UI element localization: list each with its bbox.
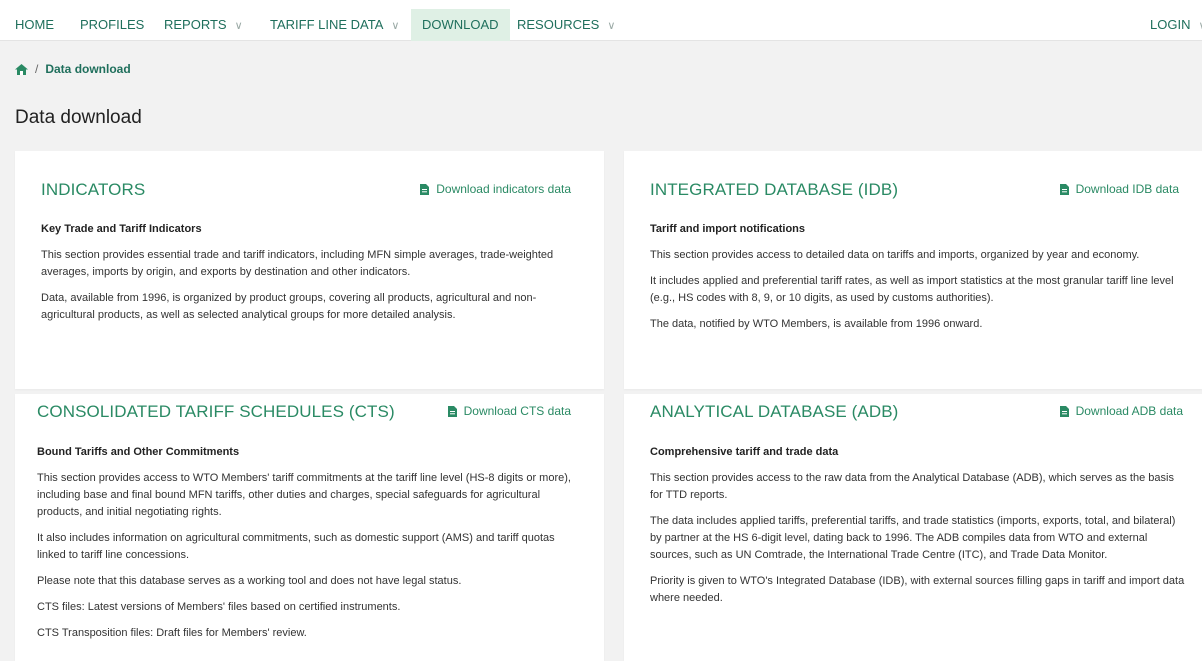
document-icon xyxy=(420,183,430,195)
download-idb-link[interactable]: Download IDB data xyxy=(1059,182,1179,196)
nav-download[interactable]: DOWNLOAD xyxy=(411,9,510,41)
breadcrumb-separator: / xyxy=(35,62,39,76)
adb-subtitle: Comprehensive tariff and trade data xyxy=(650,446,839,458)
nav-login[interactable]: LOGIN ∨ xyxy=(1150,9,1202,41)
adb-body: This section provides access to the raw … xyxy=(650,470,1188,616)
top-navigation: HOME PROFILES REPORTS ∨ TARIFF LINE DATA ∨… xyxy=(0,0,1202,41)
cts-card-title: CONSOLIDATED TARIFF SCHEDULES (CTS) xyxy=(37,402,395,421)
breadcrumb: / Data download xyxy=(15,62,131,76)
document-icon xyxy=(1059,183,1069,195)
idb-paragraph: This section provides access to detailed… xyxy=(650,249,1140,261)
adb-paragraph: This section provides access to the raw … xyxy=(650,472,1174,501)
download-cts-link[interactable]: Download CTS data xyxy=(447,404,571,418)
nav-profiles[interactable]: PROFILES xyxy=(80,9,144,41)
breadcrumb-current: Data download xyxy=(45,62,131,76)
document-icon xyxy=(447,405,457,417)
nav-home[interactable]: HOME xyxy=(15,9,54,41)
download-idb-label: Download IDB data xyxy=(1075,182,1179,196)
chevron-down-icon: ∨ xyxy=(391,20,400,32)
chevron-down-icon: ∨ xyxy=(1198,20,1202,32)
nav-reports[interactable]: REPORTS ∨ xyxy=(164,9,243,41)
download-indicators-label: Download indicators data xyxy=(436,182,571,196)
idb-card: INTEGRATED DATABASE (IDB) Download IDB d… xyxy=(624,151,1202,389)
nav-download-label: DOWNLOAD xyxy=(422,17,499,32)
indicators-card-title: INDICATORS xyxy=(41,180,146,199)
nav-tariff-line-data[interactable]: TARIFF LINE DATA ∨ xyxy=(270,9,399,41)
cts-paragraph: Please note that this database serves as… xyxy=(37,575,462,587)
page-title: Data download xyxy=(15,107,142,128)
cts-body: This section provides access to WTO Memb… xyxy=(37,470,577,651)
document-icon xyxy=(1059,405,1069,417)
nav-home-label: HOME xyxy=(15,17,54,32)
idb-paragraph: It includes applied and preferential tar… xyxy=(650,275,1174,304)
nav-login-label: LOGIN xyxy=(1150,17,1191,32)
cts-paragraph: It also includes information on agricult… xyxy=(37,532,555,561)
cts-paragraph: CTS files: Latest versions of Members' f… xyxy=(37,601,401,613)
cts-paragraph: CTS Transposition files: Draft files for… xyxy=(37,627,307,639)
home-icon[interactable] xyxy=(15,63,28,75)
indicators-paragraph: Data, available from 1996, is organized … xyxy=(41,292,537,321)
adb-paragraph: The data includes applied tariffs, prefe… xyxy=(650,515,1176,561)
nav-reports-label: REPORTS xyxy=(164,17,227,32)
cts-card: CONSOLIDATED TARIFF SCHEDULES (CTS) Down… xyxy=(15,394,604,661)
chevron-down-icon: ∨ xyxy=(234,20,243,32)
nav-tariff-line-data-label: TARIFF LINE DATA xyxy=(270,17,384,32)
adb-card: ANALYTICAL DATABASE (ADB) Download ADB d… xyxy=(624,394,1202,661)
nav-resources[interactable]: RESOURCES ∨ xyxy=(517,9,615,41)
download-adb-link[interactable]: Download ADB data xyxy=(1059,404,1183,418)
indicators-paragraph: This section provides essential trade an… xyxy=(41,249,554,278)
idb-paragraph: The data, notified by WTO Members, is av… xyxy=(650,318,983,330)
idb-subtitle: Tariff and import notifications xyxy=(650,223,806,235)
download-indicators-link[interactable]: Download indicators data xyxy=(420,182,571,196)
download-adb-label: Download ADB data xyxy=(1075,404,1183,418)
idb-card-title: INTEGRATED DATABASE (IDB) xyxy=(650,180,899,199)
idb-body: This section provides access to detailed… xyxy=(650,247,1185,342)
nav-profiles-label: PROFILES xyxy=(80,17,145,32)
adb-paragraph: Priority is given to WTO's Integrated Da… xyxy=(650,575,1185,604)
cts-subtitle: Bound Tariffs and Other Commitments xyxy=(37,446,240,458)
cts-paragraph: This section provides access to WTO Memb… xyxy=(37,472,571,518)
chevron-down-icon: ∨ xyxy=(607,20,616,32)
indicators-body: This section provides essential trade an… xyxy=(41,247,566,333)
adb-card-title: ANALYTICAL DATABASE (ADB) xyxy=(650,402,899,421)
indicators-subtitle: Key Trade and Tariff Indicators xyxy=(41,223,202,235)
download-cts-label: Download CTS data xyxy=(463,404,571,418)
nav-resources-label: RESOURCES xyxy=(517,17,600,32)
indicators-card: INDICATORS Download indicators data Key … xyxy=(15,151,604,389)
